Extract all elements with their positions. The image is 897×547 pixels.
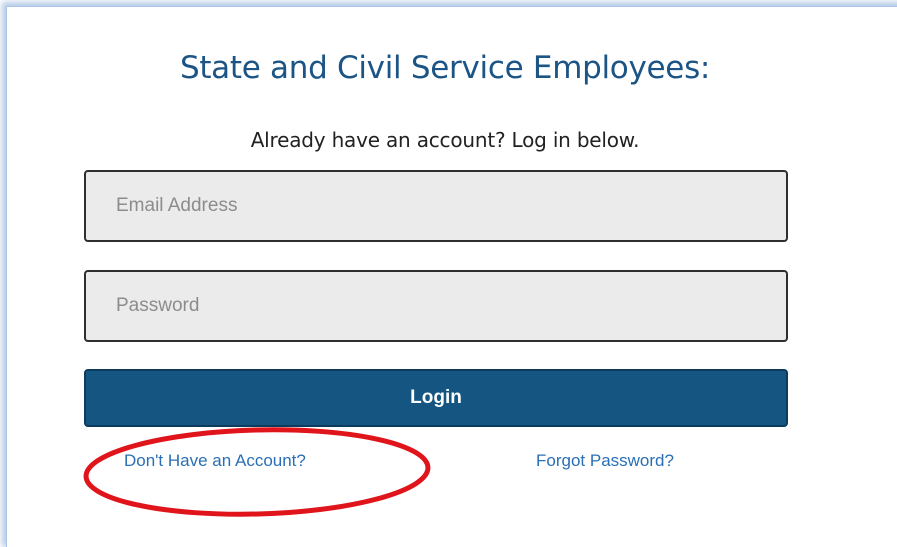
forgot-password-link[interactable]: Forgot Password? bbox=[536, 451, 674, 471]
email-field[interactable] bbox=[84, 170, 788, 242]
page-title: State and Civil Service Employees: bbox=[179, 50, 711, 86]
password-field[interactable] bbox=[84, 270, 788, 342]
login-button[interactable]: Login bbox=[84, 369, 788, 427]
create-account-link[interactable]: Don't Have an Account? bbox=[124, 451, 306, 471]
login-instructions: Already have an account? Log in below. bbox=[250, 128, 640, 152]
